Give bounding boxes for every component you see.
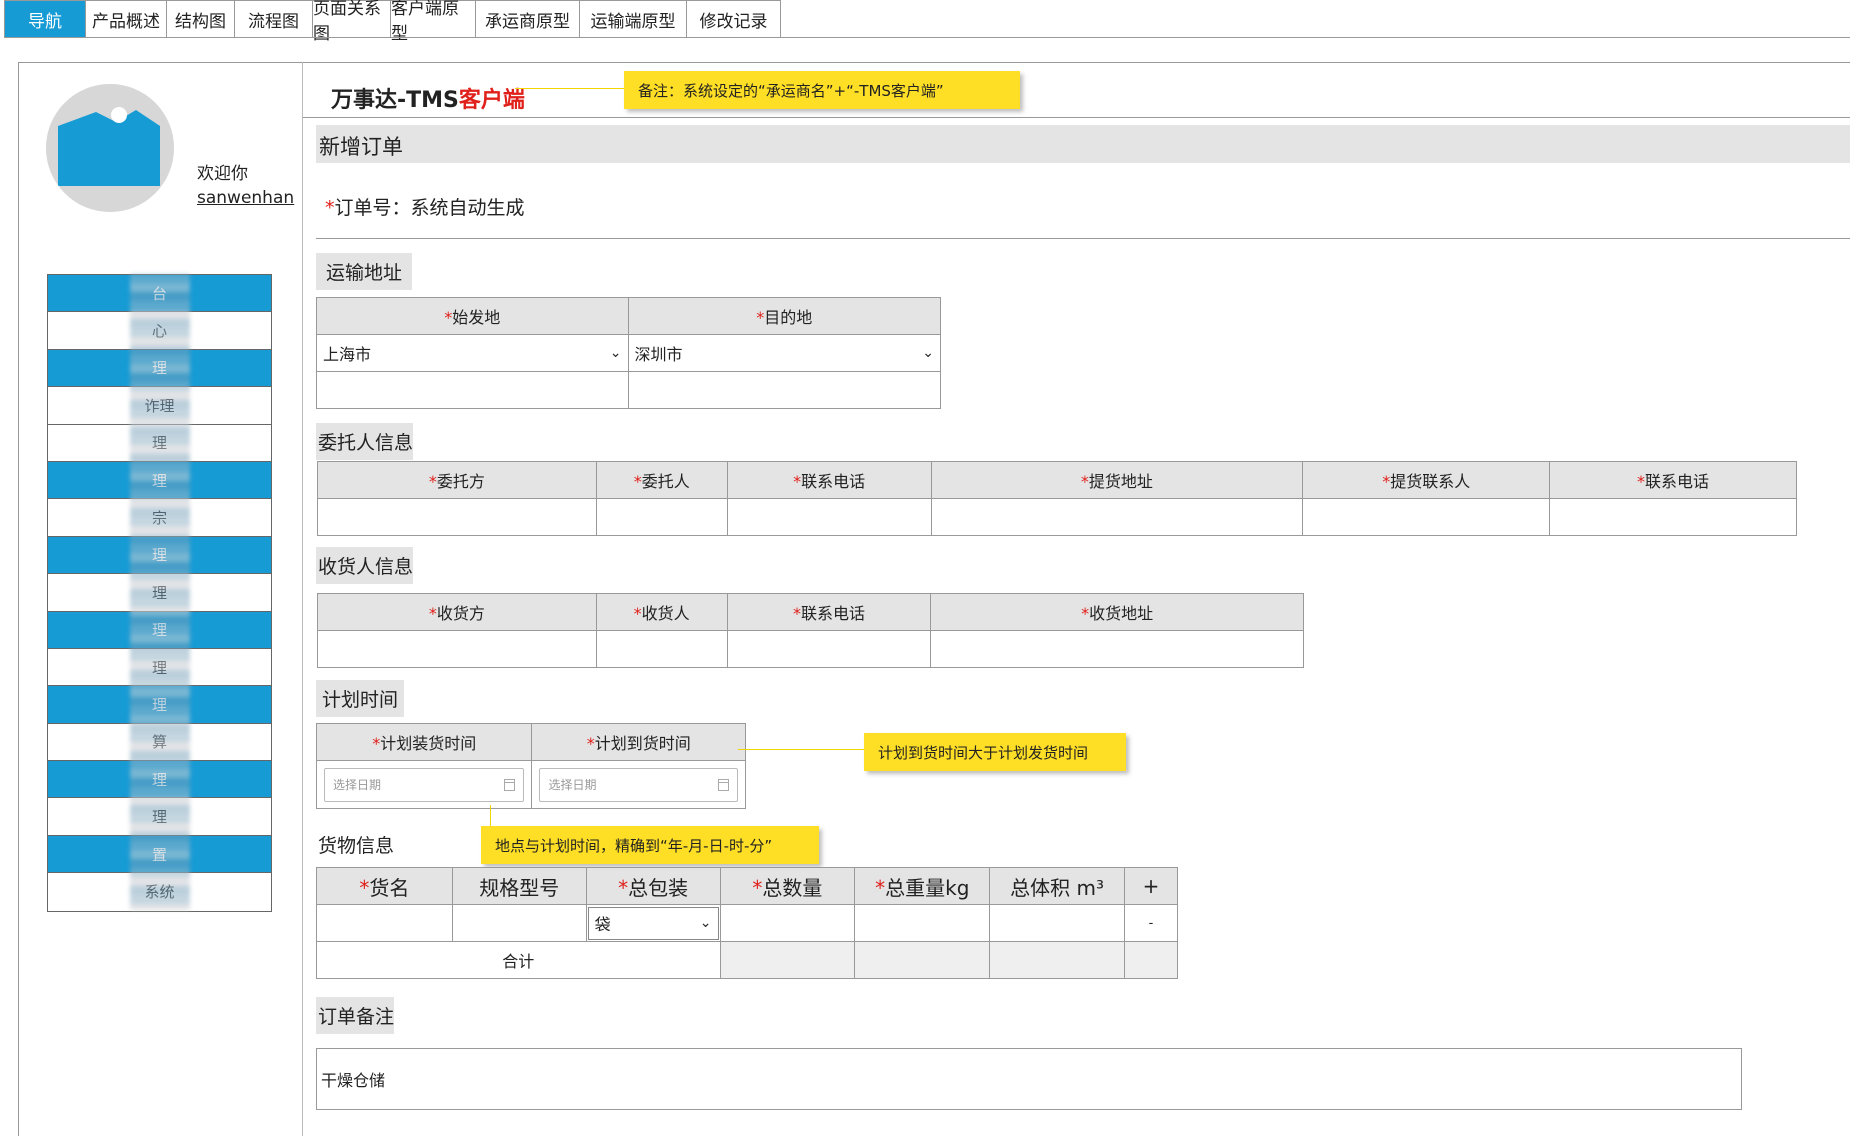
tab-transport-prototype[interactable]: 运输端原型 (580, 0, 687, 38)
tab-page-relations[interactable]: 页面关系图 (313, 0, 391, 44)
total-volume (989, 941, 1126, 979)
username-link[interactable]: sanwenhan (197, 188, 294, 208)
goods-table: *货名 规格型号 *总包装 *总数量 *总重量kg 总体积 m³ + 袋 ⌄ - … (316, 867, 1178, 979)
frame-border (18, 62, 1850, 63)
goods-name-input[interactable] (316, 904, 453, 942)
column-header: *总数量 (719, 867, 856, 905)
destination-detail-input[interactable] (627, 371, 941, 409)
tab-structure[interactable]: 结构图 (167, 0, 235, 38)
chevron-down-icon: ⌄ (609, 345, 622, 361)
annotation-leader (738, 749, 864, 750)
tab-change-log[interactable]: 修改记录 (687, 0, 781, 38)
order-number: *订单号：系统自动生成 (325, 197, 525, 219)
pickup-phone-input[interactable] (1549, 498, 1797, 536)
consignee-table: *收货方 *收货人 *联系电话 *收货地址 (317, 593, 1304, 668)
column-header: *联系电话 (1549, 461, 1797, 499)
annotation-leader (515, 88, 625, 89)
consignor-person-input[interactable] (595, 498, 728, 536)
remove-row-button[interactable]: - (1124, 904, 1178, 942)
pickup-address-input[interactable] (930, 498, 1304, 536)
column-header: *委托方 (317, 461, 597, 499)
chevron-down-icon: ⌄ (922, 345, 934, 361)
consignor-phone-input[interactable] (726, 498, 932, 536)
top-divider (4, 37, 1850, 38)
column-header: *提货地址 (930, 461, 1304, 499)
pickup-contact-input[interactable] (1302, 498, 1551, 536)
consignor-table: *委托方 *委托人 *联系电话 *提货地址 *提货联系人 *联系电话 (317, 461, 1797, 536)
column-header: *联系电话 (726, 461, 932, 499)
section-title: 订单备注 (316, 997, 395, 1034)
divider (316, 238, 1850, 239)
calendar-icon (718, 778, 729, 791)
welcome-text: 欢迎你 (197, 164, 248, 184)
origin-select[interactable]: 上海市 ⌄ (316, 334, 629, 372)
column-header: *货名 (316, 867, 453, 905)
annotation-note: 备注：系统设定的“承运商名”+“-TMS客户端” (624, 71, 1020, 109)
consignor-party-input[interactable] (317, 498, 597, 536)
header-divider (303, 117, 1850, 118)
frame-border (18, 62, 19, 1136)
avatar (46, 84, 174, 212)
arrive-date-picker[interactable]: 选择日期 (539, 767, 738, 802)
section-title: 计划时间 (316, 680, 405, 717)
add-row-button[interactable]: + (1124, 867, 1178, 905)
order-remark-input[interactable]: 干燥仓储 (316, 1048, 1742, 1110)
section-title: 运输地址 (316, 253, 413, 290)
column-header: *提货联系人 (1302, 461, 1551, 499)
plan-time-table: *计划装货时间 *计划到货时间 选择日期 选择日期 (315, 723, 746, 809)
column-header: *收货地址 (930, 593, 1304, 631)
section-title: 收货人信息 (316, 547, 414, 584)
origin-detail-input[interactable] (316, 371, 629, 409)
sidebar-divider (302, 62, 303, 1136)
calendar-icon (504, 778, 516, 791)
tab-carrier-prototype[interactable]: 承运商原型 (476, 0, 580, 38)
column-header: *收货人 (595, 593, 728, 631)
tab-client-prototype[interactable]: 客户端原型 (391, 0, 476, 44)
column-header: *收货方 (317, 593, 597, 631)
page-title: 新增订单 (319, 135, 403, 159)
total-label: 合计 (316, 941, 721, 979)
section-title: 委托人信息 (316, 423, 414, 460)
tab-product-overview[interactable]: 产品概述 (86, 0, 167, 38)
column-header: 总体积 m³ (989, 867, 1126, 905)
load-time-cell: 选择日期 (315, 760, 533, 809)
load-date-picker[interactable]: 选择日期 (324, 767, 525, 802)
annotation-leader (490, 805, 491, 827)
total-weight (854, 941, 991, 979)
chevron-down-icon: ⌄ (699, 915, 712, 931)
column-header: *计划到货时间 (531, 723, 746, 761)
weight-input[interactable] (854, 904, 991, 942)
destination-select[interactable]: 深圳市 ⌄ (627, 334, 941, 372)
quantity-input[interactable] (719, 904, 856, 942)
goods-spec-input[interactable] (451, 904, 587, 942)
column-header: *目的地 (627, 297, 941, 335)
total-blank (1124, 941, 1178, 979)
volume-input[interactable] (989, 904, 1126, 942)
app-title: 万事达-TMS客户端 (331, 88, 525, 113)
image-placeholder-icon (46, 84, 174, 212)
delivery-address-input[interactable] (930, 630, 1304, 668)
column-header: 规格型号 (451, 867, 587, 905)
annotation-note: 地点与计划时间，精确到“年-月-日-时-分” (481, 826, 819, 864)
column-header: *联系电话 (726, 593, 932, 631)
column-header: *总重量kg (854, 867, 991, 905)
address-table: *始发地 *目的地 上海市 ⌄ 深圳市 ⌄ (316, 297, 941, 409)
consignee-phone-input[interactable] (726, 630, 932, 668)
column-header: *始发地 (316, 297, 629, 335)
top-nav: 导航 产品概述 结构图 流程图 页面关系图 客户端原型 承运商原型 运输端原型 … (4, 0, 781, 44)
section-title: 货物信息 (316, 826, 395, 863)
arrive-time-cell: 选择日期 (531, 760, 746, 809)
consignee-person-input[interactable] (595, 630, 728, 668)
consignee-party-input[interactable] (317, 630, 597, 668)
tab-nav[interactable]: 导航 (5, 0, 86, 38)
column-header: *计划装货时间 (315, 723, 533, 761)
annotation-note: 计划到货时间大于计划发货时间 (864, 733, 1126, 771)
packaging-select[interactable]: 袋 ⌄ (585, 904, 721, 942)
column-header: *委托人 (595, 461, 728, 499)
column-header: *总包装 (585, 867, 721, 905)
total-quantity (719, 941, 856, 979)
tab-flowchart[interactable]: 流程图 (235, 0, 313, 38)
redaction-blur (130, 274, 190, 910)
page-title-bar (316, 125, 1850, 163)
